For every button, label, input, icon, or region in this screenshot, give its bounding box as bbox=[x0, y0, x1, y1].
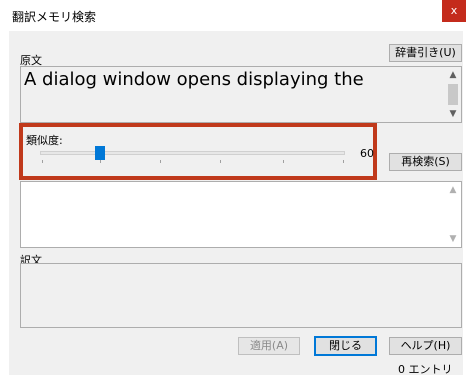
scroll-down-icon[interactable]: ▼ bbox=[445, 231, 461, 247]
source-scrollbar[interactable]: ▲ ▼ bbox=[445, 67, 461, 122]
similarity-slider-thumb[interactable] bbox=[95, 146, 105, 160]
results-scrollbar[interactable]: ▲ ▼ bbox=[445, 182, 461, 247]
window-title: 翻訳メモリ検索 bbox=[12, 10, 97, 24]
similarity-value: 60 bbox=[360, 147, 374, 160]
entry-count: 0 エントリ bbox=[398, 363, 453, 375]
slider-tick bbox=[42, 160, 43, 163]
translation-field[interactable] bbox=[20, 263, 462, 328]
status-bar bbox=[9, 356, 463, 375]
slider-tick bbox=[160, 160, 161, 163]
title-bar: 翻訳メモリ検索 x bbox=[0, 0, 466, 31]
similarity-slider-track[interactable] bbox=[40, 151, 345, 155]
scroll-thumb[interactable] bbox=[448, 84, 458, 105]
similarity-label: 類似度: bbox=[26, 134, 63, 147]
slider-tick bbox=[100, 160, 101, 163]
close-icon[interactable]: x bbox=[442, 0, 466, 22]
source-text-field[interactable]: A dialog window opens displaying the ▲ ▼ bbox=[20, 66, 462, 123]
help-button[interactable]: ヘルプ(H) bbox=[389, 337, 462, 355]
slider-tick bbox=[283, 160, 284, 163]
scroll-down-icon[interactable]: ▼ bbox=[445, 106, 461, 122]
slider-tick bbox=[220, 160, 221, 163]
source-text: A dialog window opens displaying the bbox=[24, 69, 364, 90]
dictionary-button[interactable]: 辞書引き(U) bbox=[389, 44, 462, 62]
close-button[interactable]: 閉じる bbox=[314, 336, 377, 356]
results-list[interactable]: ▲ ▼ bbox=[20, 181, 462, 248]
research-button[interactable]: 再検索(S) bbox=[389, 153, 462, 171]
slider-tick bbox=[343, 160, 344, 163]
scroll-up-icon[interactable]: ▲ bbox=[445, 67, 461, 83]
scroll-up-icon[interactable]: ▲ bbox=[445, 182, 461, 198]
apply-button[interactable]: 適用(A) bbox=[238, 337, 300, 355]
